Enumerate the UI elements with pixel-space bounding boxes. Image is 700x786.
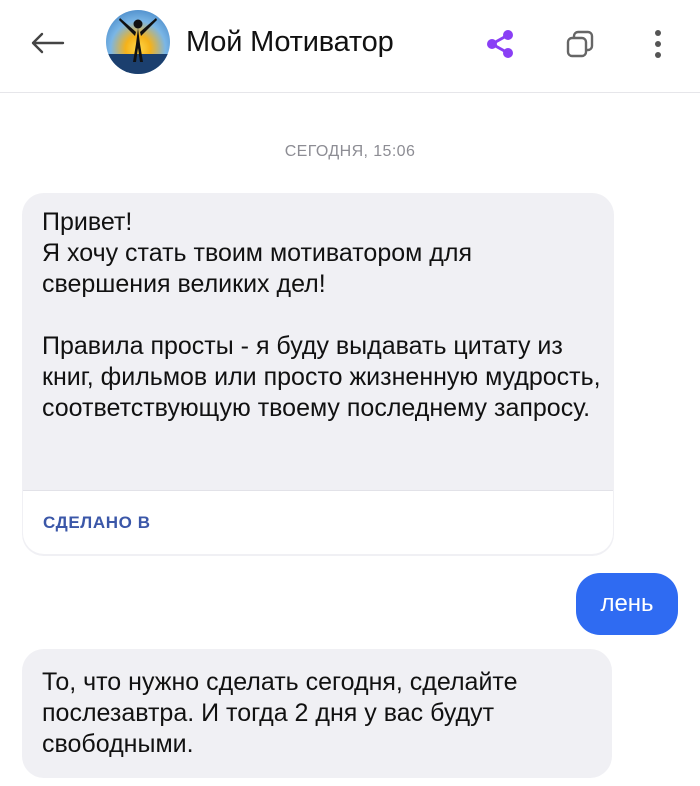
bubble-footer: СДЕЛАНО В xyxy=(23,490,613,554)
message-timestamp: СЕГОДНЯ, 15:06 xyxy=(284,143,416,160)
share-icon xyxy=(487,30,513,58)
more-options-button[interactable] xyxy=(640,20,676,68)
user-message-bubble: лень xyxy=(576,573,678,635)
tabs-icon xyxy=(566,30,594,58)
tabs-button[interactable] xyxy=(558,22,602,66)
more-vertical-icon xyxy=(655,30,661,58)
bot-reply-bubble: То, что нужно сделать сегодня, сделайте … xyxy=(22,649,612,778)
bot-message-text: Привет! Я хочу стать твоим мотиватором д… xyxy=(42,208,601,422)
user-message-text: лень xyxy=(600,590,654,617)
made-in-link[interactable]: СДЕЛАНО В xyxy=(43,513,151,533)
chat-header: Мой Мотиватор xyxy=(0,0,700,93)
bot-reply-text: То, что нужно сделать сегодня, сделайте … xyxy=(42,668,518,758)
bot-avatar[interactable] xyxy=(106,10,170,74)
person-silhouette-icon xyxy=(106,18,170,74)
back-button[interactable] xyxy=(22,20,72,66)
arrow-left-icon xyxy=(31,32,65,54)
page-title: Мой Мотиватор xyxy=(186,26,394,58)
share-button[interactable] xyxy=(478,22,522,66)
bot-message-bubble: Привет! Я хочу стать твоим мотиватором д… xyxy=(22,193,614,556)
chat-screen: Мой Мотиватор СЕГОДНЯ, 15:06 Привет! Я х… xyxy=(0,0,700,786)
